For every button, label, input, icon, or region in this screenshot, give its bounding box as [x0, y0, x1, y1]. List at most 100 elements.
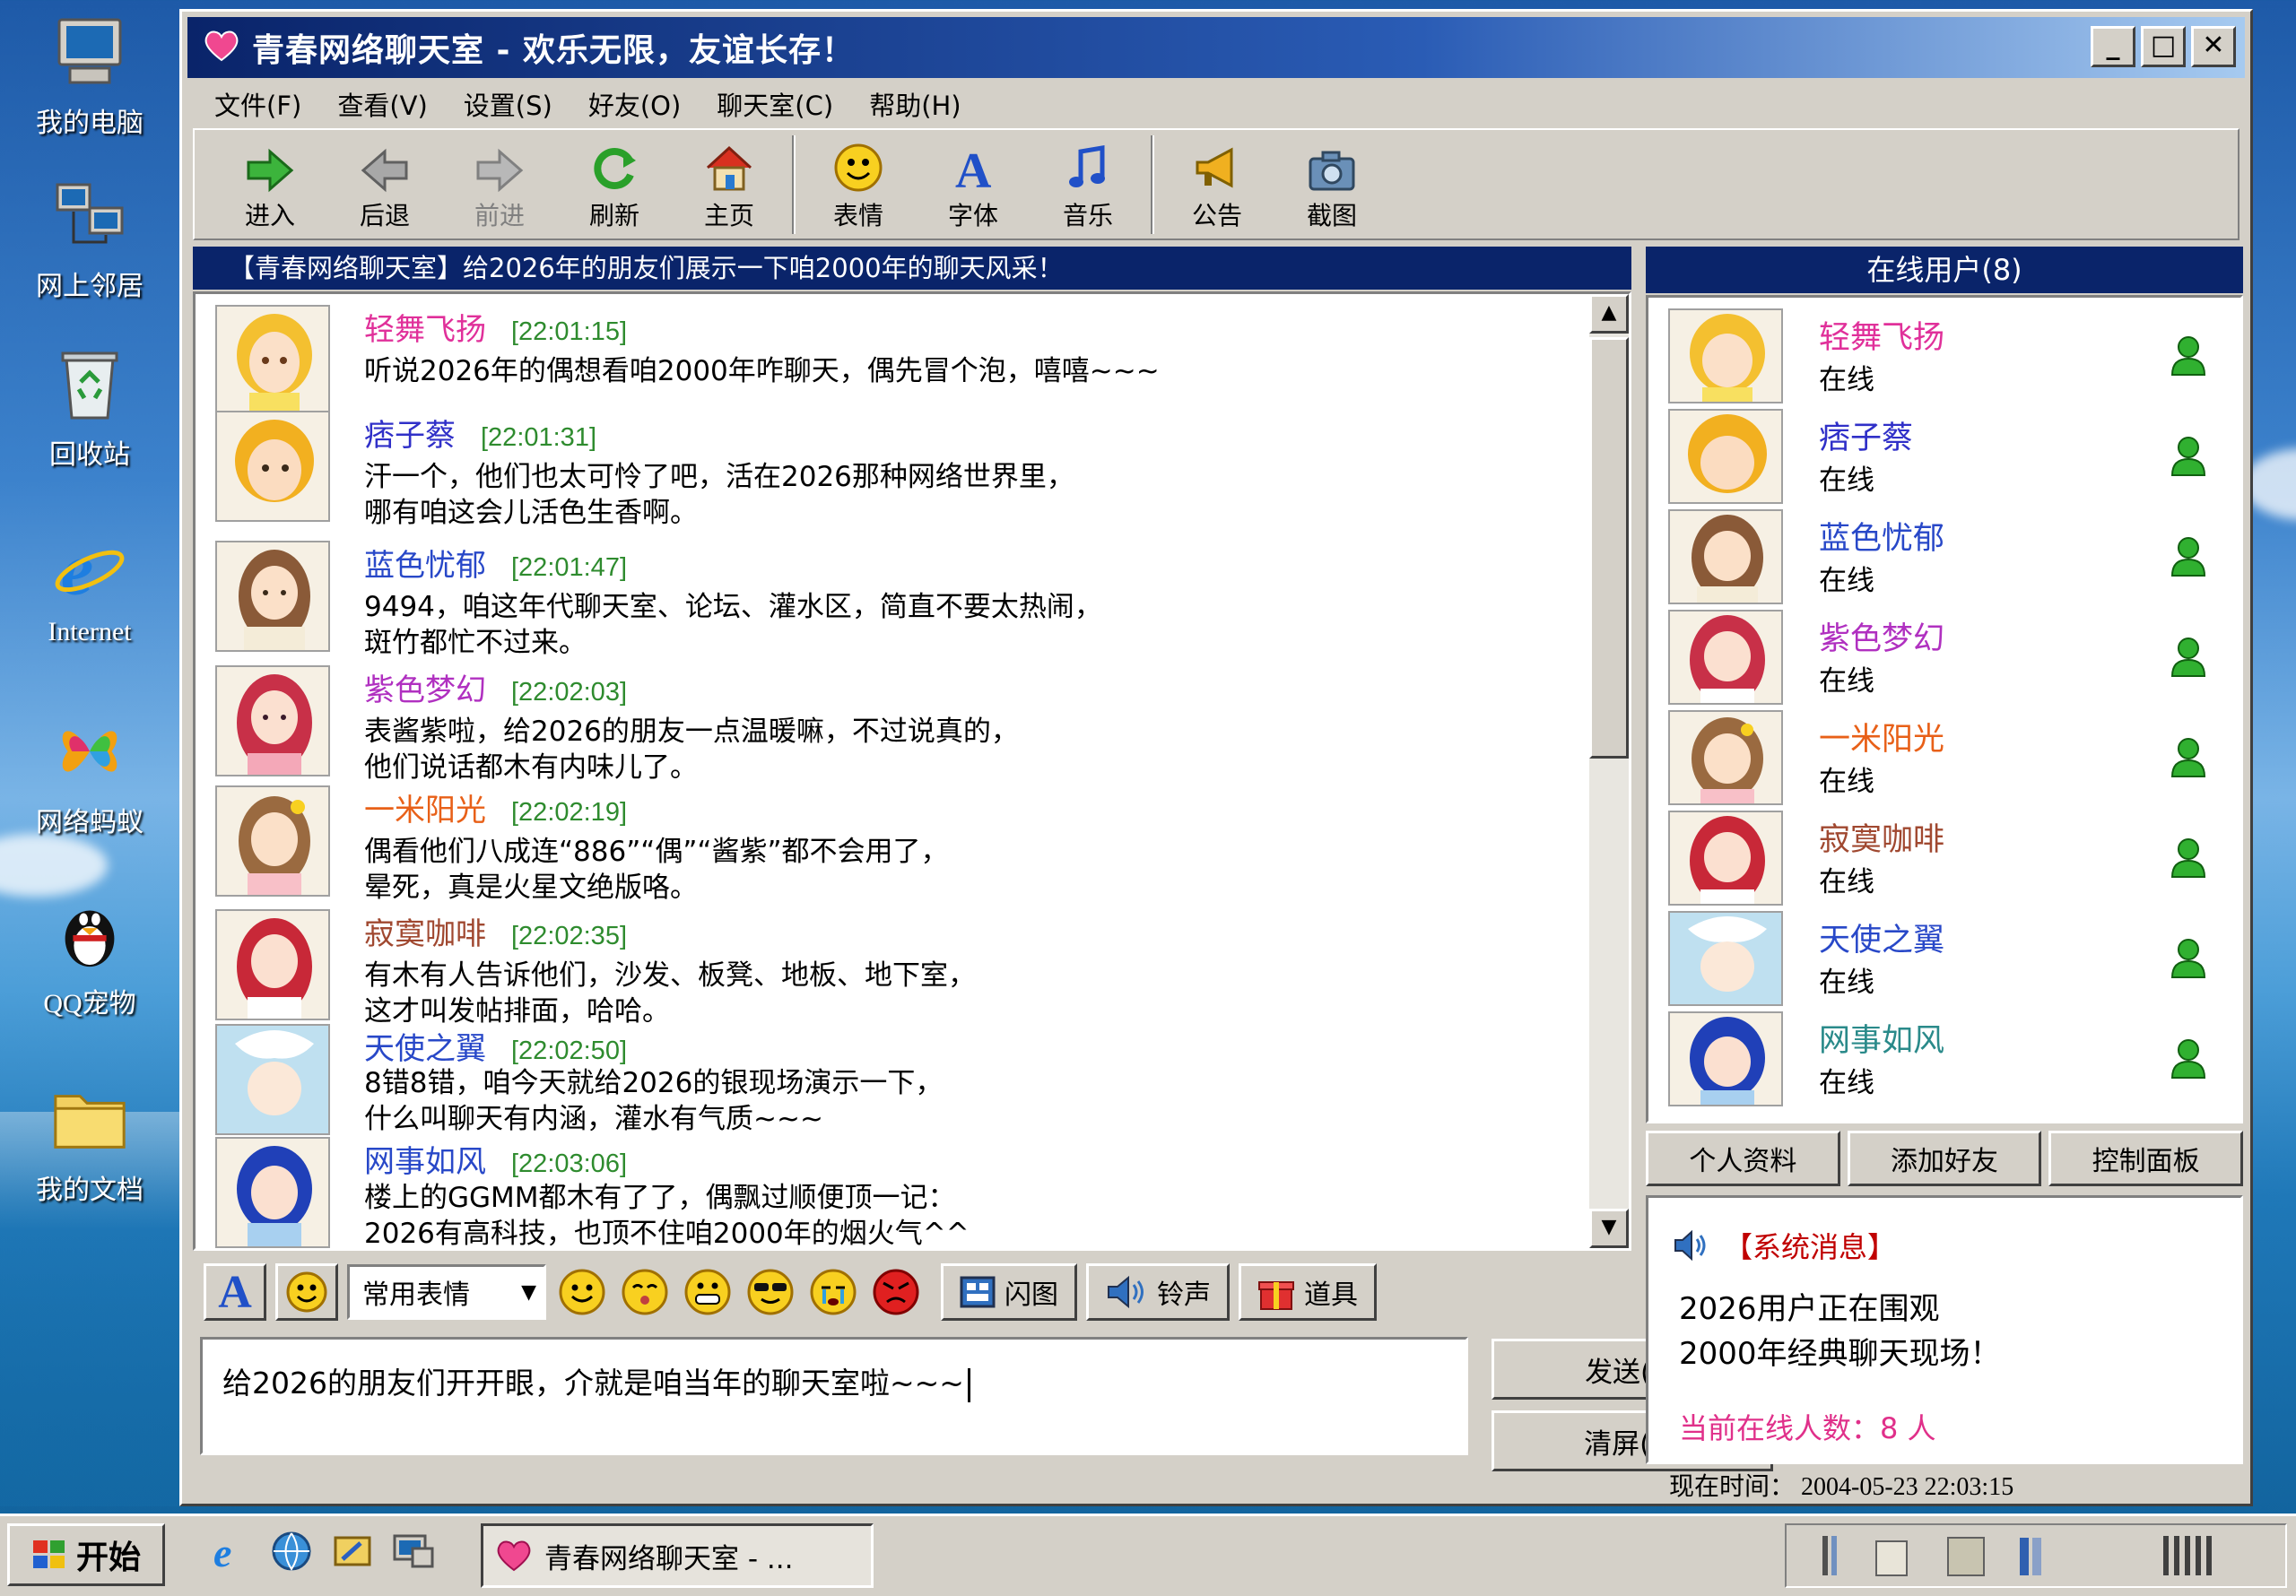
user-row[interactable]: 天使之翼 在线 — [1668, 911, 2206, 1008]
menu-view[interactable]: 查看(V) — [337, 85, 427, 123]
taskbar-chat-window[interactable]: 青春网络聊天室 - ... — [481, 1523, 874, 1588]
start-button[interactable]: 开始 — [7, 1523, 165, 1586]
emoticon-select[interactable]: 常用表情 ▼ — [347, 1264, 546, 1320]
enter-button[interactable]: 进入 — [213, 137, 327, 232]
title-bar[interactable]: 青春网络聊天室 - 欢乐无限，友谊长存！ _ □ ✕ — [187, 17, 2245, 78]
scroll-thumb[interactable] — [1589, 337, 1629, 759]
status-bar-time: 现在时间： 2004-05-23 22:03:15 — [1669, 1473, 2014, 1501]
user-row[interactable]: 寂寞咖啡 在线 — [1668, 811, 2206, 907]
user-name: 蓝色忧郁 — [1819, 521, 1945, 557]
emoji-cry-icon[interactable] — [806, 1265, 860, 1319]
menu-help[interactable]: 帮助(H) — [869, 85, 961, 123]
user-row[interactable]: 痞子蔡 在线 — [1668, 409, 2206, 506]
refresh-button[interactable]: 刷新 — [557, 137, 672, 232]
user-status: 在线 — [1819, 866, 1874, 898]
sender-name: 一米阳光 — [364, 793, 486, 828]
props-label: 道具 — [1304, 1279, 1358, 1311]
minimize-button[interactable]: _ — [2091, 26, 2135, 67]
system-message-label: 【系统消息】 — [1724, 1230, 1897, 1264]
user-row[interactable]: 轻舞飞扬 在线 — [1668, 308, 2206, 405]
text-caret — [967, 1367, 970, 1402]
emoji-cool-icon[interactable] — [744, 1265, 797, 1319]
desktop-icon-network[interactable]: 网上邻居 — [18, 176, 161, 303]
emoticon-picker-button[interactable] — [275, 1263, 338, 1321]
font-icon: A — [218, 1266, 252, 1318]
flash-image-label: 闪图 — [1004, 1279, 1058, 1311]
menu-settings[interactable]: 设置(S) — [464, 85, 552, 123]
screenshot-button[interactable]: 截图 — [1274, 137, 1389, 232]
ringtone-button[interactable]: 铃声 — [1086, 1263, 1230, 1321]
music-button[interactable]: 音乐 — [1031, 137, 1145, 232]
control-panel-button[interactable]: 控制面板 — [2048, 1131, 2244, 1186]
announcement-button[interactable]: 公告 — [1160, 137, 1274, 232]
desktop-icon-label: Internet — [48, 617, 132, 646]
chat-history[interactable]: 轻舞飞扬 [22:01:15] 听说2026年的偶想看咱2000年咋聊天，偶先冒个… — [193, 291, 1631, 1251]
back-button[interactable]: 后退 — [327, 137, 442, 232]
online-user-icon — [2170, 335, 2206, 380]
system-message-title: 【系统消息】 — [1672, 1225, 1896, 1266]
toolbar-label: 主页 — [703, 200, 754, 230]
close-button[interactable]: ✕ — [2191, 26, 2236, 67]
user-status: 在线 — [1819, 665, 1874, 698]
back-arrow-icon — [327, 137, 442, 193]
font-button[interactable]: A 字体 — [916, 137, 1031, 232]
menu-chatroom[interactable]: 聊天室(C) — [717, 85, 833, 123]
heart-icon — [497, 1540, 531, 1572]
browser-globe-icon[interactable] — [269, 1529, 314, 1577]
desktop-icon-internet[interactable]: e Internet — [18, 528, 161, 647]
user-name: 网事如风 — [1819, 1023, 1945, 1059]
message-text: 哪有咱这会儿活色生香啊。 — [364, 497, 698, 529]
emoji-grin-icon[interactable] — [681, 1265, 735, 1319]
user-row[interactable]: 网事如风 在线 — [1668, 1011, 2206, 1108]
desktop-icon-qq-pet[interactable]: QQ宠物 — [18, 893, 161, 1020]
online-user-icon — [2170, 536, 2206, 581]
show-desktop-icon[interactable] — [391, 1529, 436, 1577]
online-user-icon — [2170, 637, 2206, 681]
menu-file[interactable]: 文件(F) — [214, 85, 301, 123]
user-row[interactable]: 蓝色忧郁 在线 — [1668, 509, 2206, 606]
emoji-angry-icon[interactable] — [869, 1265, 923, 1319]
scroll-down-button[interactable]: ▼ — [1589, 1209, 1629, 1248]
maximize-button[interactable]: □ — [2141, 26, 2186, 67]
font-style-button[interactable]: A — [204, 1263, 266, 1321]
message-text: 听说2026年的偶想看咱2000年咋聊天，偶先冒个泡，嘻嘻~~~ — [364, 355, 1160, 387]
netants-icon — [50, 712, 129, 791]
message-input-text: 给2026的朋友们开开眼，介就是咱当年的聊天室啦~~~ — [222, 1366, 964, 1401]
user-row[interactable]: 一米阳光 在线 — [1668, 710, 2206, 807]
profile-button[interactable]: 个人资料 — [1646, 1131, 1840, 1186]
toolbar-label: 字体 — [947, 200, 998, 230]
my-computer-icon — [50, 13, 129, 91]
props-button[interactable]: 道具 — [1239, 1263, 1377, 1321]
online-users-list[interactable]: 轻舞飞扬 在线 痞子蔡 在线 蓝色忧郁 在线 紫色梦幻 在线 一米阳光 在线 寂… — [1646, 295, 2243, 1123]
scroll-up-button[interactable]: ▲ — [1589, 294, 1629, 334]
message-input[interactable]: 给2026的朋友们开开眼，介就是咱当年的聊天室啦~~~ — [200, 1337, 1468, 1455]
user-row[interactable]: 紫色梦幻 在线 — [1668, 610, 2206, 707]
internet-explorer-icon[interactable]: e — [208, 1529, 253, 1577]
user-name: 寂寞咖啡 — [1819, 822, 1945, 858]
message-text: 什么叫聊天有内涵，灌水有气质~~~ — [364, 1103, 823, 1135]
desktop-icon-recycle-bin[interactable]: 回收站 — [18, 344, 161, 472]
emoticon-button[interactable]: 表情 — [801, 137, 916, 232]
recycle-bin-icon — [50, 344, 129, 423]
home-button[interactable]: 主页 — [672, 137, 787, 232]
desktop-icon-my-documents[interactable]: 我的文档 — [18, 1080, 161, 1207]
menu-friends[interactable]: 好友(O) — [588, 85, 681, 123]
flash-image-button[interactable]: 闪图 — [941, 1263, 1077, 1321]
svg-text:A: A — [955, 143, 992, 193]
forward-button[interactable]: 前进 — [442, 137, 557, 232]
tray-icons — [1822, 1536, 2212, 1576]
chat-scrollbar[interactable]: ▲ ▼ — [1589, 294, 1629, 1248]
user-status: 在线 — [1819, 364, 1874, 396]
online-users-header: 在线用户(8) — [1646, 247, 2243, 293]
desktop-icon-my-computer[interactable]: 我的电脑 — [18, 13, 161, 140]
add-friend-button[interactable]: 添加好友 — [1847, 1131, 2042, 1186]
message-time: [22:02:19] — [511, 798, 627, 827]
sender-name: 轻舞飞扬 — [364, 312, 486, 348]
emoji-blush-icon[interactable] — [618, 1265, 672, 1319]
outlook-express-icon[interactable] — [330, 1529, 375, 1577]
message-text: 汗一个，他们也太可怜了吧，活在2026那种网络世界里， — [364, 461, 1074, 493]
user-status: 在线 — [1819, 464, 1874, 497]
online-count: 当前在线人数：8 人 — [1679, 1411, 1936, 1445]
desktop-icon-netants[interactable]: 网络蚂蚁 — [18, 712, 161, 839]
emoji-smile-icon[interactable] — [555, 1265, 609, 1319]
